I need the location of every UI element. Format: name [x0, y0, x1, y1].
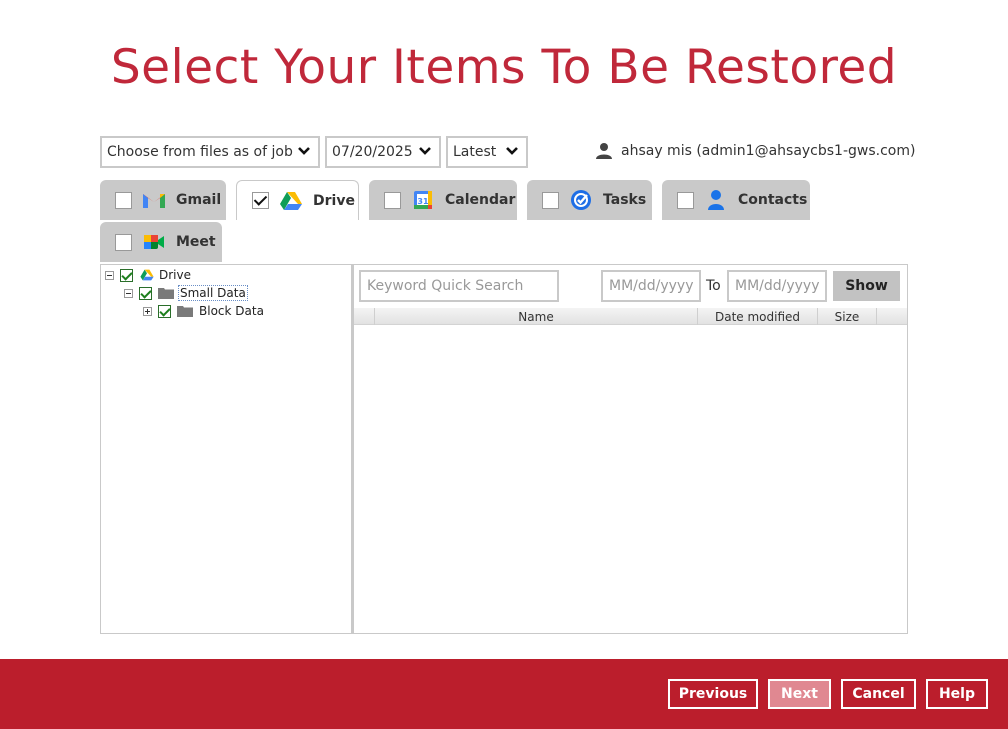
- google-drive-icon: [140, 269, 154, 281]
- next-button[interactable]: Next: [768, 679, 831, 709]
- tab-label: Meet: [176, 234, 216, 250]
- chevron-down-icon: [506, 147, 518, 155]
- keyword-search-input[interactable]: Keyword Quick Search: [359, 270, 559, 302]
- tree-label: Small Data: [178, 285, 248, 301]
- column-spacer: [354, 308, 375, 325]
- folder-tree-panel: [100, 264, 352, 634]
- chevron-down-icon: [419, 147, 431, 155]
- tab-contacts[interactable]: Contacts: [662, 180, 810, 220]
- google-tasks-icon: [569, 188, 593, 212]
- tree-node-small-data[interactable]: Small Data: [124, 285, 248, 301]
- page-title: Select Your Items To Be Restored: [110, 40, 898, 95]
- column-date-modified[interactable]: Date modified: [698, 308, 818, 325]
- gmail-icon: [142, 188, 166, 212]
- tab-calendar[interactable]: 31 Calendar: [369, 180, 517, 220]
- tree-checkbox[interactable]: [158, 304, 171, 318]
- column-name[interactable]: Name: [375, 308, 698, 325]
- cancel-button[interactable]: Cancel: [841, 679, 916, 709]
- google-drive-icon: [279, 189, 303, 213]
- tab-label: Calendar: [445, 192, 516, 208]
- collapse-icon[interactable]: [105, 270, 114, 280]
- folder-icon: [158, 288, 174, 299]
- user-icon: [596, 143, 612, 159]
- tab-label: Gmail: [176, 192, 222, 208]
- show-button[interactable]: Show: [833, 271, 900, 301]
- tab-label: Drive: [313, 192, 355, 209]
- tree-label: Block Data: [199, 304, 264, 318]
- file-list-header: Name Date modified Size: [354, 308, 907, 325]
- expand-icon[interactable]: [143, 306, 152, 316]
- folder-icon: [177, 306, 193, 317]
- date-from-input[interactable]: MM/dd/yyyy: [601, 270, 701, 302]
- job-select[interactable]: Choose from files as of job: [100, 136, 320, 168]
- tab-meet[interactable]: Meet: [100, 222, 222, 262]
- to-label: To: [706, 278, 721, 294]
- version-select[interactable]: Latest: [446, 136, 528, 168]
- tab-label: Tasks: [603, 192, 647, 208]
- tree-node-block-data[interactable]: Block Data: [143, 303, 264, 319]
- date-from-placeholder: MM/dd/yyyy: [609, 278, 694, 294]
- tree-checkbox[interactable]: [139, 286, 152, 300]
- tree-node-drive[interactable]: Drive: [105, 267, 191, 283]
- version-select-value: Latest: [453, 144, 497, 160]
- date-select-value: 07/20/2025: [332, 144, 413, 160]
- tree-label: Drive: [159, 268, 191, 282]
- search-placeholder: Keyword Quick Search: [367, 278, 524, 294]
- meet-checkbox[interactable]: [115, 233, 132, 251]
- drive-checkbox[interactable]: [252, 192, 269, 209]
- collapse-icon[interactable]: [124, 288, 133, 298]
- tasks-checkbox[interactable]: [542, 191, 559, 209]
- date-to-input[interactable]: MM/dd/yyyy: [727, 270, 827, 302]
- svg-text:31: 31: [417, 197, 429, 206]
- gmail-checkbox[interactable]: [115, 191, 132, 209]
- tab-tasks[interactable]: Tasks: [527, 180, 652, 220]
- calendar-checkbox[interactable]: [384, 191, 401, 209]
- date-to-placeholder: MM/dd/yyyy: [735, 278, 820, 294]
- user-info: ahsay mis (admin1@ahsaycbs1-gws.com): [595, 142, 915, 160]
- google-calendar-icon: 31: [411, 188, 435, 212]
- tab-gmail[interactable]: Gmail: [100, 180, 226, 220]
- contacts-checkbox[interactable]: [677, 191, 694, 209]
- google-contacts-icon: [704, 188, 728, 212]
- tree-checkbox[interactable]: [120, 268, 133, 282]
- user-name: ahsay mis (admin1@ahsaycbs1-gws.com): [621, 143, 916, 159]
- tab-label: Contacts: [738, 192, 808, 208]
- tab-drive[interactable]: Drive: [236, 180, 359, 220]
- help-button[interactable]: Help: [926, 679, 988, 709]
- chevron-down-icon: [298, 147, 310, 155]
- column-size[interactable]: Size: [818, 308, 877, 325]
- previous-button[interactable]: Previous: [668, 679, 758, 709]
- job-select-value: Choose from files as of job: [107, 144, 293, 160]
- google-meet-icon: [142, 230, 166, 254]
- date-select[interactable]: 07/20/2025: [325, 136, 441, 168]
